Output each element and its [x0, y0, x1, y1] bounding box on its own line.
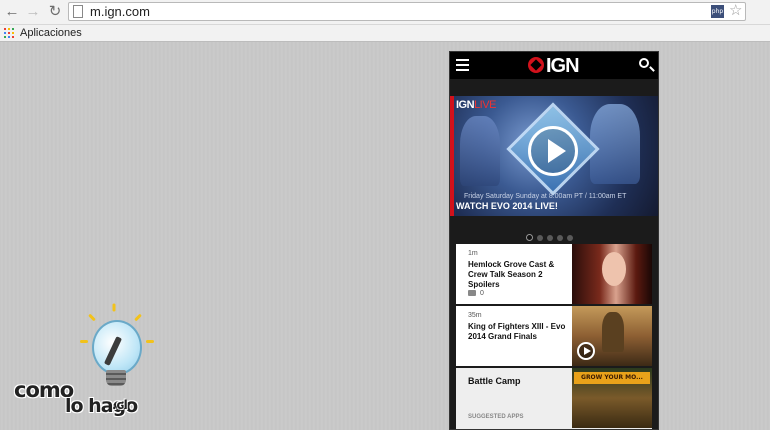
article-card[interactable]: 35m King of Fighters XIII - Evo 2014 Gra…: [456, 306, 652, 366]
extension-icon[interactable]: php: [711, 5, 724, 18]
video-play-icon[interactable]: [577, 342, 595, 360]
article-time: 35m: [468, 312, 482, 319]
hero-character-left: [460, 116, 500, 186]
hero-character-right: [590, 104, 640, 184]
hero-accent-bar: [450, 96, 454, 216]
forward-arrow-icon[interactable]: →: [24, 3, 42, 21]
bookmark-star-icon[interactable]: ☆: [729, 3, 742, 19]
article-thumbnail[interactable]: [572, 244, 652, 304]
carousel-dot[interactable]: [526, 234, 533, 241]
reload-icon[interactable]: ↻: [46, 3, 64, 21]
apps-bookmark-label[interactable]: Aplicaciones: [20, 26, 82, 40]
search-icon[interactable]: [639, 58, 649, 68]
article-title[interactable]: King of Fighters XIII - Evo 2014 Grand F…: [468, 322, 568, 342]
carousel-dot[interactable]: [537, 235, 543, 241]
back-arrow-icon[interactable]: ←: [3, 3, 21, 21]
bulb-ray: [88, 313, 96, 322]
apps-grid-icon[interactable]: [4, 28, 14, 38]
carousel-dot[interactable]: [557, 235, 563, 241]
comment-icon: [468, 290, 476, 297]
hero-banner[interactable]: IGNLIVE Friday Saturday Sunday at 8:00am…: [450, 96, 658, 216]
page-icon: [73, 5, 83, 18]
address-bar[interactable]: m.ign.com php ☆: [68, 2, 746, 21]
suggested-apps-label: SUGGESTED APPS: [468, 414, 524, 420]
bookmarks-bar: Aplicaciones: [0, 25, 770, 42]
bulb-base: [106, 370, 126, 386]
hero-schedule: Friday Saturday Sunday at 8:00am PT / 11…: [464, 193, 627, 200]
carousel-dot[interactable]: [567, 235, 573, 241]
carousel-dot[interactable]: [547, 235, 553, 241]
thumbnail-face: [602, 252, 626, 286]
url-text[interactable]: m.ign.com: [90, 4, 150, 20]
app-banner-text: GROW YOUR MO...: [574, 372, 650, 384]
watermark-text-cl: .cl: [112, 398, 128, 412]
bulb-ray: [134, 313, 142, 322]
comolohago-watermark: como lo hago .cl: [10, 300, 180, 425]
app-title[interactable]: Battle Camp: [468, 376, 521, 386]
bulb-ray: [80, 340, 88, 343]
ign-logo-mark-icon: [528, 57, 544, 73]
ign-live-badge: IGNLIVE: [456, 99, 496, 111]
carousel-dots: [526, 228, 577, 241]
play-button-icon[interactable]: [528, 126, 578, 176]
article-thumbnail[interactable]: [572, 306, 652, 366]
bulb-ray: [146, 340, 154, 343]
bulb-ray: [112, 303, 116, 312]
suggested-app-card[interactable]: Battle Camp SUGGESTED APPS GROW YOUR MO.…: [456, 368, 652, 429]
browser-toolbar: ← → ↻ m.ign.com php ☆: [0, 0, 770, 25]
ign-logo-text: IGN: [546, 55, 580, 77]
article-time: 1m: [468, 250, 478, 257]
app-thumbnail[interactable]: GROW YOUR MO...: [572, 368, 652, 428]
article-card[interactable]: 1m Hemlock Grove Cast & Crew Talk Season…: [456, 244, 652, 304]
menu-icon[interactable]: [456, 59, 469, 71]
hero-title[interactable]: WATCH EVO 2014 LIVE!: [456, 201, 558, 211]
ign-header: IGN: [450, 52, 658, 79]
article-title[interactable]: Hemlock Grove Cast & Crew Talk Season 2 …: [468, 260, 568, 290]
mobile-viewport: IGN IGNLIVE Friday Saturday Sunday at 8:…: [449, 51, 659, 430]
ign-logo[interactable]: IGN: [528, 54, 588, 78]
thumbnail-fighter: [602, 312, 624, 352]
article-comments[interactable]: 0: [468, 290, 484, 297]
